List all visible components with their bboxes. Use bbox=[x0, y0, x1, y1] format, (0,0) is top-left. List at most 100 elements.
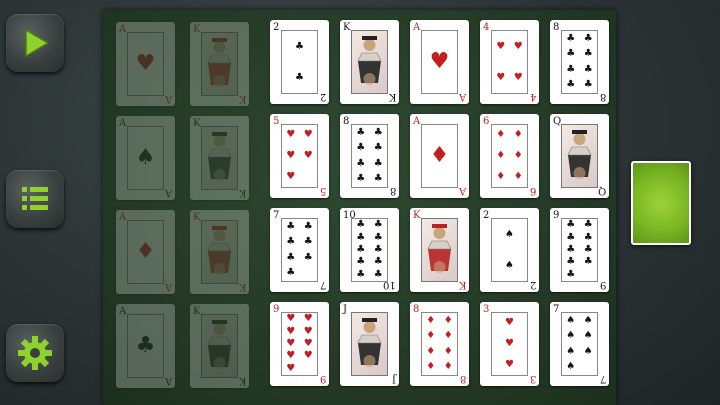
card-rank-top: K bbox=[413, 210, 421, 221]
card-rank-bottom: 9 bbox=[319, 373, 326, 384]
diamonds-icon: ♦ bbox=[496, 170, 506, 182]
clubs-icon: ♣ bbox=[373, 231, 383, 243]
clubs-icon: ♣ bbox=[566, 32, 576, 44]
clubs-icon: ♣ bbox=[303, 220, 313, 232]
card-rank-top: A bbox=[413, 116, 421, 127]
tableau-card[interactable]: 4 4 ♥ ♥ ♥ ♥ bbox=[480, 20, 539, 104]
tableau-card[interactable]: 10 10 ♣ ♣ ♣ ♣ ♣ ♣ ♣ ♣ ♣ ♣ bbox=[340, 208, 399, 292]
hearts-icon: ♥ bbox=[286, 337, 296, 349]
card-rank-bottom: 8 bbox=[389, 185, 396, 196]
foundation-card[interactable]: A A ♦ bbox=[116, 210, 175, 294]
spades-icon: ♠ bbox=[583, 314, 593, 326]
card-rank-top: 5 bbox=[273, 116, 280, 127]
foundation-card[interactable]: KK bbox=[190, 210, 249, 294]
foundation-card[interactable]: KK bbox=[190, 116, 249, 200]
tableau-card[interactable]: KK bbox=[340, 20, 399, 104]
foundation-card[interactable]: A A ♥ bbox=[116, 22, 175, 106]
card-pips: ♣ ♣ ♣ ♣ ♣ ♣ ♣ ♣ ♣ ♣ bbox=[351, 218, 388, 282]
draw-deck[interactable] bbox=[631, 161, 691, 245]
clubs-icon: ♣ bbox=[356, 219, 366, 231]
diamonds-icon: ♦ bbox=[513, 170, 523, 182]
hearts-icon: ♥ bbox=[303, 129, 313, 141]
diamonds-icon: ♦ bbox=[443, 361, 453, 373]
tableau-card[interactable]: QQ bbox=[550, 114, 609, 198]
card-rank-top: 7 bbox=[273, 210, 280, 221]
card-rank-top: 7 bbox=[553, 304, 560, 315]
hearts-icon: ♥ bbox=[496, 71, 506, 83]
clubs-icon: ♣ bbox=[566, 231, 576, 243]
clubs-icon: ♣ bbox=[566, 79, 576, 91]
foundation-card[interactable]: A A ♠ bbox=[116, 116, 175, 200]
clubs-icon: ♣ bbox=[373, 219, 383, 231]
card-rank-bottom: A bbox=[458, 185, 466, 196]
clubs-icon: ♣ bbox=[286, 236, 296, 248]
tableau-card[interactable]: 7 7 ♠ ♠ ♠ ♠ ♠ ♠ ♠ bbox=[550, 302, 609, 386]
play-button[interactable] bbox=[6, 14, 64, 72]
clubs-icon: ♣ bbox=[286, 251, 296, 263]
foundation-card[interactable]: KK bbox=[190, 304, 249, 388]
tableau-card[interactable]: 8 8 ♣ ♣ ♣ ♣ ♣ ♣ ♣ ♣ bbox=[550, 20, 609, 104]
foundation-card[interactable]: KK bbox=[190, 22, 249, 106]
card-rank-top: 2 bbox=[483, 210, 490, 221]
tableau-card[interactable]: 8 8 ♦ ♦ ♦ ♦ ♦ ♦ ♦ ♦ bbox=[410, 302, 469, 386]
clubs-icon: ♣ bbox=[303, 251, 313, 263]
card-pips: ♥ ♥ ♥ bbox=[491, 312, 528, 376]
card-rank-bottom: K bbox=[238, 187, 246, 198]
tableau-card[interactable]: 9 9 ♥ ♥ ♥ ♥ ♥ ♥ ♥ ♥ ♥ bbox=[270, 302, 329, 386]
diamonds-icon: ♦ bbox=[426, 330, 436, 342]
card-rank-top: A bbox=[119, 306, 127, 317]
tableau-card[interactable]: 5 5 ♥ ♥ ♥ ♥ ♥ bbox=[270, 114, 329, 198]
tableau-card[interactable]: 9 9 ♣ ♣ ♣ ♣ ♣ ♣ ♣ ♣ ♣ bbox=[550, 208, 609, 292]
clubs-icon: ♣ bbox=[295, 71, 304, 83]
diamonds-icon: ♦ bbox=[443, 345, 453, 357]
hearts-icon: ♥ bbox=[303, 149, 313, 161]
card-rank-top: K bbox=[193, 118, 201, 129]
card-rank-bottom: 6 bbox=[529, 185, 536, 196]
spades-icon: ♠ bbox=[505, 228, 514, 240]
tableau-card[interactable]: 7 7 ♣ ♣ ♣ ♣ ♣ ♣ ♣ bbox=[270, 208, 329, 292]
tableau-card[interactable]: 6 6 ♦ ♦ ♦ ♦ ♦ ♦ bbox=[480, 114, 539, 198]
card-rank-top: K bbox=[193, 212, 201, 223]
foundation-card[interactable]: A A ♣ bbox=[116, 304, 175, 388]
hearts-icon: ♥ bbox=[496, 40, 506, 52]
tableau-card[interactable]: JJ bbox=[340, 302, 399, 386]
clubs-icon: ♣ bbox=[373, 256, 383, 268]
hearts-icon: ♥ bbox=[505, 358, 514, 370]
card-pips: ♠ ♠ ♠ ♠ ♠ ♠ ♠ bbox=[561, 312, 598, 376]
face-card-portrait bbox=[201, 126, 238, 190]
tableau-card[interactable]: 2 2 ♣ ♣ bbox=[270, 20, 329, 104]
card-rank-top: 8 bbox=[553, 22, 560, 33]
diamonds-icon: ♦ bbox=[127, 220, 164, 284]
face-card-portrait bbox=[201, 32, 238, 96]
diamonds-icon: ♦ bbox=[443, 330, 453, 342]
tableau-card[interactable]: KK bbox=[410, 208, 469, 292]
face-card-portrait bbox=[201, 220, 238, 284]
card-rank-bottom: J bbox=[391, 373, 396, 384]
card-pips: ♦ ♦ ♦ ♦ ♦ ♦ ♦ ♦ bbox=[421, 312, 458, 376]
card-rank-top: A bbox=[413, 22, 421, 33]
spades-icon: ♠ bbox=[566, 330, 576, 342]
card-pips: ♥ ♥ ♥ ♥ bbox=[491, 30, 528, 94]
tableau-card[interactable]: A A ♦ bbox=[410, 114, 469, 198]
card-pips: ♥ ♥ ♥ ♥ ♥ bbox=[281, 124, 318, 188]
tableau-card[interactable]: A A ♥ bbox=[410, 20, 469, 104]
card-rank-bottom: 7 bbox=[599, 373, 606, 384]
tableau-card[interactable]: 8 8 ♣ ♣ ♣ ♣ ♣ ♣ ♣ ♣ bbox=[340, 114, 399, 198]
card-pips: ♣ ♣ ♣ ♣ ♣ ♣ ♣ bbox=[281, 218, 318, 282]
hearts-icon: ♥ bbox=[421, 30, 458, 94]
card-rank-top: 8 bbox=[343, 116, 350, 127]
card-rank-top: A bbox=[119, 24, 127, 35]
clubs-icon: ♣ bbox=[583, 256, 593, 268]
gear-icon bbox=[18, 336, 52, 370]
clubs-icon: ♣ bbox=[566, 243, 576, 255]
spades-icon: ♠ bbox=[566, 314, 576, 326]
hearts-icon: ♥ bbox=[286, 129, 296, 141]
card-pips: ♦ ♦ ♦ ♦ ♦ ♦ bbox=[491, 124, 528, 188]
hearts-icon: ♥ bbox=[513, 71, 523, 83]
card-rank-bottom: 2 bbox=[529, 279, 536, 290]
tableau-card[interactable]: 2 2 ♠ ♠ bbox=[480, 208, 539, 292]
tableau-card[interactable]: 3 3 ♥ ♥ ♥ bbox=[480, 302, 539, 386]
clubs-icon: ♣ bbox=[583, 32, 593, 44]
menu-button[interactable] bbox=[6, 170, 64, 228]
settings-button[interactable] bbox=[6, 324, 64, 382]
